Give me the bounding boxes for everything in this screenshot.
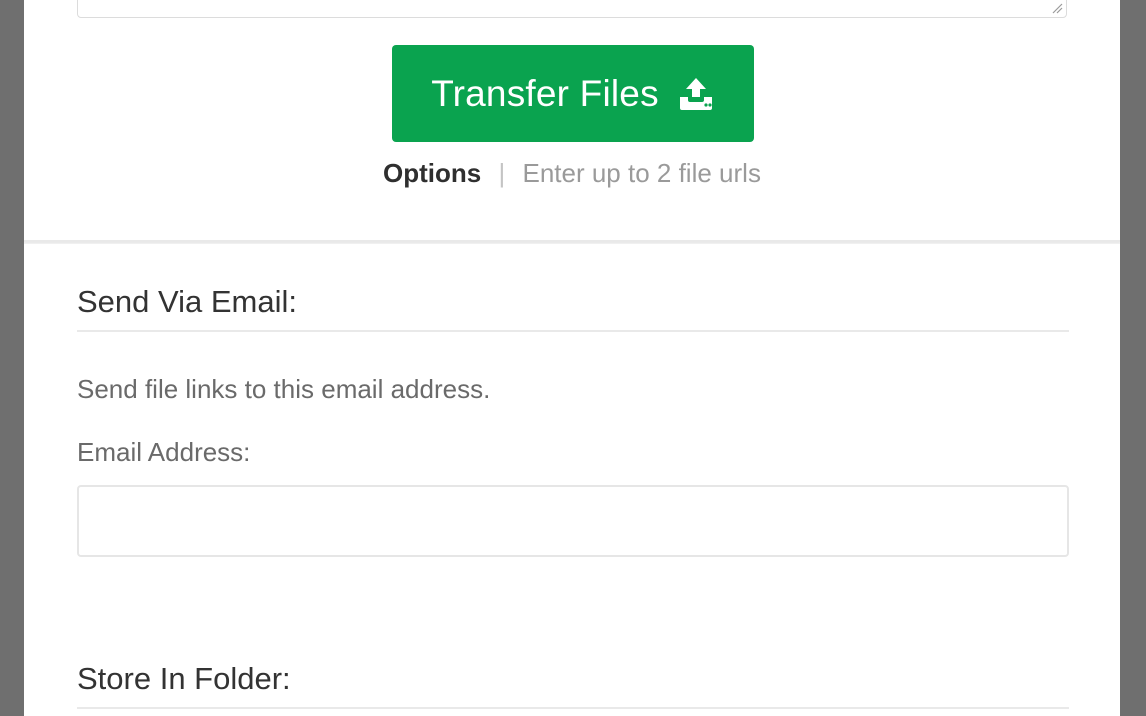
email-address-label: Email Address: — [77, 437, 251, 467]
folder-section-divider — [77, 707, 1069, 709]
upload-panel: Transfer Files Options | Enter up to 2 f… — [24, 0, 1120, 242]
store-in-folder-heading: Store In Folder: — [77, 661, 291, 696]
resize-grip-icon[interactable] — [1051, 2, 1063, 14]
transfer-files-button[interactable]: Transfer Files — [392, 45, 754, 142]
upload-icon — [679, 77, 712, 110]
url-limit-hint: Enter up to 2 file urls — [522, 158, 761, 188]
options-separator: | — [498, 158, 506, 188]
transfer-dialog: Transfer Files Options | Enter up to 2 f… — [24, 0, 1120, 716]
delivery-panel: Send Via Email: Send file links to this … — [24, 244, 1120, 716]
email-address-input[interactable] — [77, 485, 1069, 557]
transfer-files-label: Transfer Files — [431, 72, 659, 114]
options-row: Options | Enter up to 2 file urls — [24, 158, 1120, 189]
send-via-email-heading: Send Via Email: — [77, 284, 297, 319]
file-urls-textarea[interactable] — [77, 0, 1067, 18]
email-section-divider — [77, 330, 1069, 332]
options-link[interactable]: Options — [383, 158, 481, 188]
email-description: Send file links to this email address. — [77, 374, 491, 404]
